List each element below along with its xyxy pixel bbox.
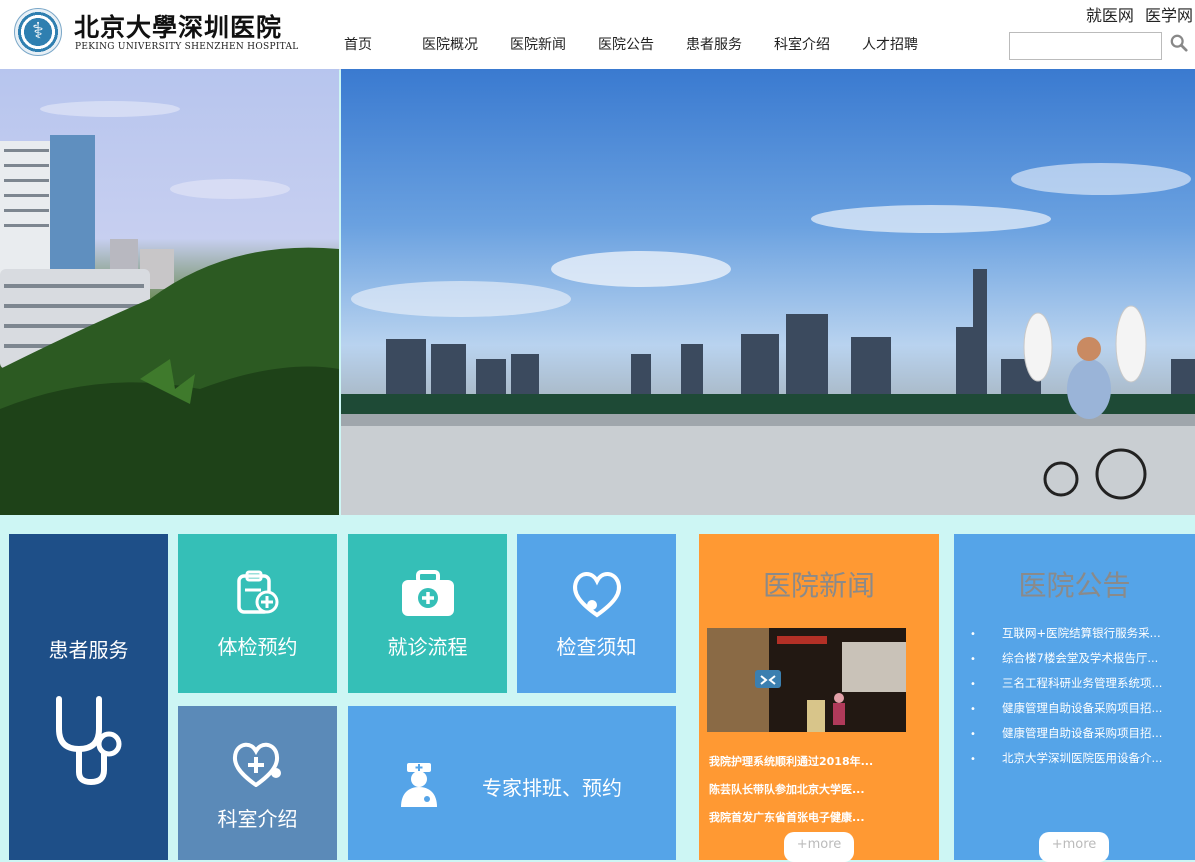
nav-departments[interactable]: 科室介绍: [774, 34, 830, 54]
news-item[interactable]: 我院护理系统顺利通过2018年...: [709, 753, 929, 769]
clipboard-plus-icon: [237, 570, 279, 614]
heart-stethoscope-icon: [573, 572, 621, 618]
notice-panel: 医院公告 互联网+医院结算银行服务采... 综合楼7楼会堂及学术报告厅... 三…: [954, 534, 1195, 862]
heart-plus-icon: [233, 742, 281, 787]
skyline-illustration: [341, 163, 1195, 515]
stethoscope-icon: [56, 696, 122, 786]
link-medicine[interactable]: 医学网: [1145, 6, 1193, 25]
medical-kit-icon: [402, 570, 454, 616]
doctor-icon: [401, 763, 437, 807]
banner-city-skyline: [341, 69, 1195, 515]
nav-careers[interactable]: 人才招聘: [862, 34, 918, 54]
news-title[interactable]: 医院新闻: [699, 564, 939, 604]
tile-departments-label: 科室介绍: [217, 807, 298, 831]
hospital-logo-emblem[interactable]: [14, 8, 62, 56]
tile-visit-flow[interactable]: 就诊流程: [348, 534, 507, 693]
tile-patient-service[interactable]: 患者服务: [9, 534, 168, 860]
news-item[interactable]: 我院首发广东省首张电子健康...: [709, 809, 929, 825]
nav-overview[interactable]: 医院概况: [422, 34, 478, 54]
tile-patient-service-label: 患者服务: [48, 638, 129, 662]
news-item[interactable]: 陈芸队长带队参加北京大学医...: [709, 781, 929, 797]
logo-english-name: PEKING UNIVERSITY SHENZHEN HOSPITAL: [75, 42, 299, 52]
tile-visit-flow-label: 就诊流程: [387, 635, 468, 659]
top-links: 就医网 医学网: [1080, 2, 1193, 26]
main-nav: 首页 医院概况 医院新闻 医院公告 患者服务 科室介绍 人才招聘: [344, 34, 918, 54]
search-input[interactable]: [1009, 32, 1162, 60]
nav-news[interactable]: 医院新闻: [510, 34, 566, 54]
notice-item[interactable]: 互联网+医院结算银行服务采...: [970, 625, 1176, 641]
hospital-building-illustration: [0, 101, 339, 515]
notice-item[interactable]: 健康管理自助设备采购项目招...: [970, 700, 1176, 716]
header: 北京大學深圳医院 PEKING UNIVERSITY SHENZHEN HOSP…: [0, 0, 1195, 70]
link-medical-visit[interactable]: 就医网: [1086, 6, 1134, 25]
tile-departments[interactable]: 科室介绍: [178, 706, 337, 860]
search-icon[interactable]: [1170, 34, 1188, 52]
tile-expert-schedule[interactable]: 专家排班、预约: [348, 706, 676, 860]
nav-home[interactable]: 首页: [344, 34, 372, 54]
conference-photo: [707, 628, 906, 732]
tile-checkup-booking[interactable]: 体检预约: [178, 534, 337, 693]
tile-checkup-label: 体检预约: [217, 635, 298, 659]
notice-item[interactable]: 北京大学深圳医院医用设备介...: [970, 750, 1176, 766]
nav-notices[interactable]: 医院公告: [598, 34, 654, 54]
tile-exam-notice-label: 检查须知: [556, 635, 637, 659]
notice-item[interactable]: 健康管理自助设备采购项目招...: [970, 725, 1176, 741]
nav-patient-service[interactable]: 患者服务: [686, 34, 742, 54]
notice-title[interactable]: 医院公告: [954, 564, 1195, 604]
tile-exam-notice[interactable]: 检查须知: [517, 534, 676, 693]
notice-item[interactable]: 综合楼7楼会堂及学术报告厅...: [970, 650, 1176, 666]
banner-hospital-building: [0, 69, 339, 515]
notice-more-button[interactable]: +more: [1039, 832, 1109, 862]
news-panel: 医院新闻 我院护理系统顺利通过2018年... 陈芸队长带队参加北京大学医...…: [699, 534, 939, 862]
news-photo[interactable]: [707, 628, 906, 732]
logo-chinese-name[interactable]: 北京大學深圳医院: [74, 8, 282, 44]
notice-item[interactable]: 三名工程科研业务管理系统项...: [970, 675, 1176, 691]
tile-expert-schedule-label: 专家排班、预约: [482, 776, 622, 800]
news-more-button[interactable]: +more: [784, 832, 854, 862]
